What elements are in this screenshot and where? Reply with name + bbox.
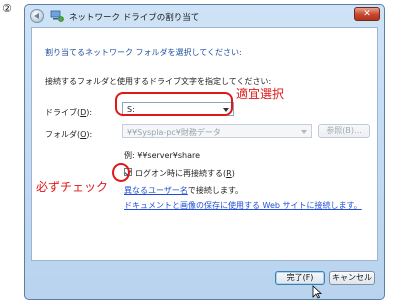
dialog-footer: 完了(F) キャンセル xyxy=(31,262,378,296)
close-icon: ✕ xyxy=(363,9,371,19)
folder-label: フォルダ(O): xyxy=(45,130,93,139)
reconnect-label: ログオン時に再接続する(R) xyxy=(135,169,235,178)
finish-button[interactable]: 完了(F) xyxy=(275,271,325,285)
map-network-drive-dialog: ネットワーク ドライブの割り当て ✕ 割り当てるネットワーク フォルダを選択して… xyxy=(24,4,385,300)
check-note: 必ずチェック xyxy=(36,180,109,194)
title-bar: ネットワーク ドライブの割り当て ✕ xyxy=(25,5,384,27)
checkbox-highlight-circle xyxy=(112,163,130,182)
step-marker: ② xyxy=(2,2,12,15)
mouse-cursor-icon xyxy=(312,285,322,299)
browse-button[interactable]: 参照(B)... xyxy=(318,124,370,138)
other-user-link[interactable]: 異なるユーザー名 xyxy=(124,186,188,195)
other-user-line: 異なるユーザー名で接続します。 xyxy=(124,186,244,195)
close-button[interactable]: ✕ xyxy=(354,7,380,21)
web-site-link[interactable]: ドキュメントと画像の保存に使用する Web サイトに接続します。 xyxy=(124,200,362,211)
drive-highlight-oval xyxy=(115,92,233,116)
network-drive-icon xyxy=(50,10,64,22)
example-text: 例: ¥¥server¥share xyxy=(124,151,201,160)
chevron-down-icon xyxy=(301,130,307,134)
heading: 割り当てるネットワーク フォルダを選択してください: xyxy=(45,48,242,57)
window-title: ネットワーク ドライブの割り当て xyxy=(69,13,200,23)
content-panel: 割り当てるネットワーク フォルダを選択してください: 接続するフォルダと使用する… xyxy=(31,27,378,261)
drive-label: ドライブ(D): xyxy=(45,108,93,117)
select-note: 適宜選択 xyxy=(236,87,285,101)
cancel-button[interactable]: キャンセル xyxy=(329,271,375,285)
back-button[interactable] xyxy=(30,9,44,23)
folder-value: ¥¥Syspla-pc¥財務データ xyxy=(127,128,221,137)
folder-combobox[interactable]: ¥¥Syspla-pc¥財務データ xyxy=(122,124,312,138)
